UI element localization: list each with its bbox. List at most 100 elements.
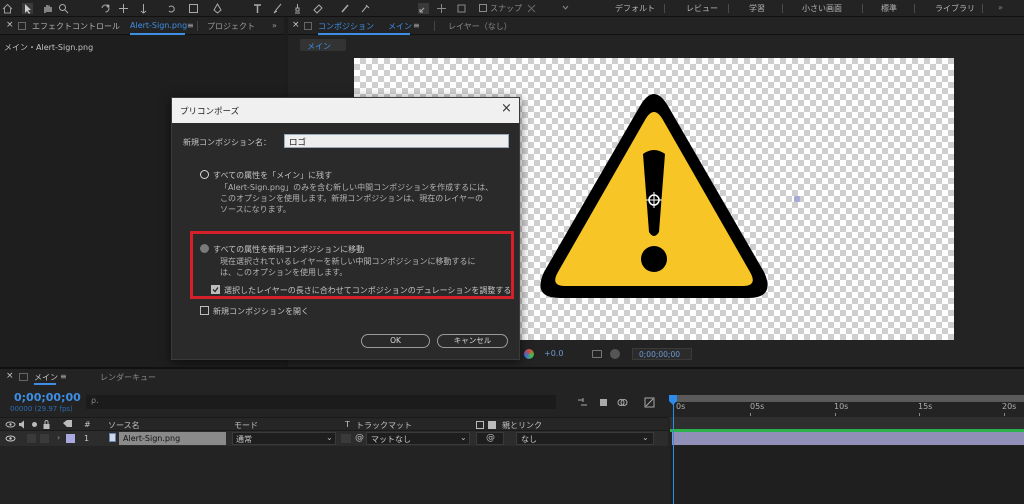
option-leave-attributes-radio[interactable]: [200, 170, 209, 179]
tab-composition-label[interactable]: コンポジション: [318, 21, 374, 32]
panel-overflow-icon[interactable]: »: [272, 21, 277, 30]
solo-icon[interactable]: [29, 419, 40, 430]
rotate-tool-icon[interactable]: [100, 3, 111, 14]
adjust-duration-label[interactable]: 選択したレイヤーの長さに合わせてコンポジションのデュレーションを調整する: [224, 285, 511, 296]
snapshot-icon[interactable]: [592, 350, 602, 358]
view-axis-icon[interactable]: [456, 3, 467, 14]
layer-lock-toggle[interactable]: [40, 434, 49, 443]
open-new-comp-checkbox[interactable]: [200, 306, 209, 315]
col-parent-link[interactable]: 親とリンク: [502, 420, 542, 431]
comp-lock-icon[interactable]: [304, 22, 312, 30]
anchor-point-tool-icon[interactable]: [118, 3, 129, 14]
workspace-review[interactable]: レビュー: [686, 3, 718, 14]
show-snapshot-icon[interactable]: [610, 349, 620, 359]
layer-visibility-icon[interactable]: [5, 433, 16, 444]
type-tool-icon[interactable]: [252, 3, 263, 14]
layer-handle[interactable]: [794, 196, 800, 202]
motion-blur-icon[interactable]: [617, 397, 628, 408]
selection-tool-icon[interactable]: [22, 3, 33, 14]
lock-icon[interactable]: [41, 419, 52, 430]
alert-sign-layer[interactable]: [538, 94, 770, 304]
snap-options-icon[interactable]: [526, 3, 537, 14]
layer-mode-select[interactable]: 通常 ⌄: [232, 432, 336, 445]
comp-name-input[interactable]: ロゴ: [284, 134, 509, 148]
comp-tab-menu-icon[interactable]: ≡: [413, 21, 420, 30]
layer-search-input[interactable]: ρ.: [86, 395, 556, 409]
panel-lock-icon[interactable]: [18, 22, 26, 30]
comp-mini-flowchart-icon[interactable]: [577, 397, 588, 408]
tab-project[interactable]: プロジェクト: [207, 21, 255, 32]
matte-mode-icon[interactable]: [476, 421, 484, 429]
workspace-small-screen[interactable]: 小さい画面: [802, 3, 842, 14]
clone-stamp-tool-icon[interactable]: [292, 3, 303, 14]
timeline-menu-icon[interactable]: ≡: [60, 372, 67, 381]
workspace-standard[interactable]: 標準: [881, 3, 897, 14]
current-timecode[interactable]: 0;00;00;00: [14, 391, 81, 404]
more-workspaces-icon[interactable]: »: [998, 3, 1003, 12]
tab-render-queue[interactable]: レンダーキュー: [100, 372, 156, 383]
cancel-button[interactable]: キャンセル: [437, 334, 508, 348]
track-empty-area: [670, 446, 1024, 504]
option-move-attributes-label[interactable]: すべての属性を新規コンポジションに移動: [213, 244, 364, 255]
expand-toolbar-icon[interactable]: [560, 3, 571, 14]
work-area-bar[interactable]: [670, 395, 1024, 402]
graph-editor-icon[interactable]: [644, 397, 655, 408]
world-axis-icon[interactable]: [436, 3, 447, 14]
ok-button[interactable]: OK: [361, 334, 430, 348]
col-track-matte[interactable]: トラックマット: [356, 420, 412, 431]
option-move-attributes-radio[interactable]: [200, 244, 209, 253]
dialog-close-icon[interactable]: ×: [501, 101, 512, 116]
pen-tool-icon[interactable]: [212, 3, 223, 14]
tab-composition-name[interactable]: メイン: [388, 21, 412, 32]
layer-solo-toggle[interactable]: [27, 434, 36, 443]
tab-layer[interactable]: レイヤー（なし）: [448, 21, 512, 32]
col-source-name[interactable]: ソース名: [108, 420, 140, 431]
color-channel-icon[interactable]: [524, 349, 534, 359]
expand-layer-icon[interactable]: ›: [57, 433, 60, 442]
draft-3d-icon[interactable]: [598, 397, 609, 408]
snap-checkbox[interactable]: [479, 4, 487, 12]
tab-effect-controls[interactable]: エフェクトコントロール: [32, 21, 120, 32]
video-visibility-icon[interactable]: [5, 419, 16, 430]
close-comp-panel-icon[interactable]: ×: [292, 20, 300, 30]
hand-tool-icon[interactable]: [42, 3, 53, 14]
exposure-value[interactable]: +0.0: [544, 349, 563, 358]
comp-breadcrumb[interactable]: メイン: [300, 39, 346, 51]
workspace-libraries[interactable]: ライブラリ: [935, 3, 975, 14]
workspace-default[interactable]: デフォルト: [615, 3, 655, 14]
layer-name-field[interactable]: Alert-Sign.png: [119, 432, 226, 445]
tab-menu-icon[interactable]: ≡: [187, 21, 194, 30]
parent-pickwhip[interactable]: @: [476, 432, 504, 445]
pan-behind-tool-icon[interactable]: [138, 3, 149, 14]
viewer-timecode[interactable]: 0;00;00;00: [632, 348, 692, 360]
option-leave-attributes-label[interactable]: すべての属性を「メイン」に残す: [213, 170, 332, 181]
alpha-mode-icon[interactable]: [488, 421, 496, 429]
workspace-learn[interactable]: 学習: [749, 3, 765, 14]
preserve-transparency-toggle[interactable]: [341, 434, 351, 443]
close-panel-icon[interactable]: ×: [6, 20, 14, 30]
label-icon[interactable]: [62, 419, 73, 430]
spiral-icon[interactable]: @: [355, 433, 364, 443]
undo-icon[interactable]: [166, 3, 177, 14]
shape-tool-icon[interactable]: [188, 3, 199, 14]
tab-effect-controls-file[interactable]: Alert-Sign.png: [130, 21, 187, 30]
adjust-duration-checkbox[interactable]: [211, 285, 220, 294]
brush-tool-icon[interactable]: [272, 3, 283, 14]
layer-label-color[interactable]: [66, 434, 75, 443]
audio-icon[interactable]: [17, 419, 28, 430]
open-new-comp-label[interactable]: 新規コンポジションを開く: [213, 306, 309, 317]
col-mode[interactable]: モード: [234, 420, 258, 431]
home-icon[interactable]: [2, 3, 13, 14]
col-t[interactable]: T: [345, 420, 350, 429]
puppet-tool-icon[interactable]: [360, 3, 371, 14]
timeline-lock-icon[interactable]: [19, 373, 28, 381]
layer-duration-bar[interactable]: [672, 432, 1024, 445]
track-matte-select[interactable]: マットなし ⌄: [366, 432, 470, 445]
eraser-tool-icon[interactable]: [312, 3, 323, 14]
parent-select[interactable]: なし ⌄: [516, 432, 654, 445]
zoom-tool-icon[interactable]: [58, 3, 69, 14]
roto-brush-tool-icon[interactable]: [340, 3, 351, 14]
close-timeline-icon[interactable]: ×: [6, 371, 14, 381]
local-axis-icon[interactable]: [418, 3, 429, 14]
tab-timeline-main[interactable]: メイン: [34, 372, 58, 383]
